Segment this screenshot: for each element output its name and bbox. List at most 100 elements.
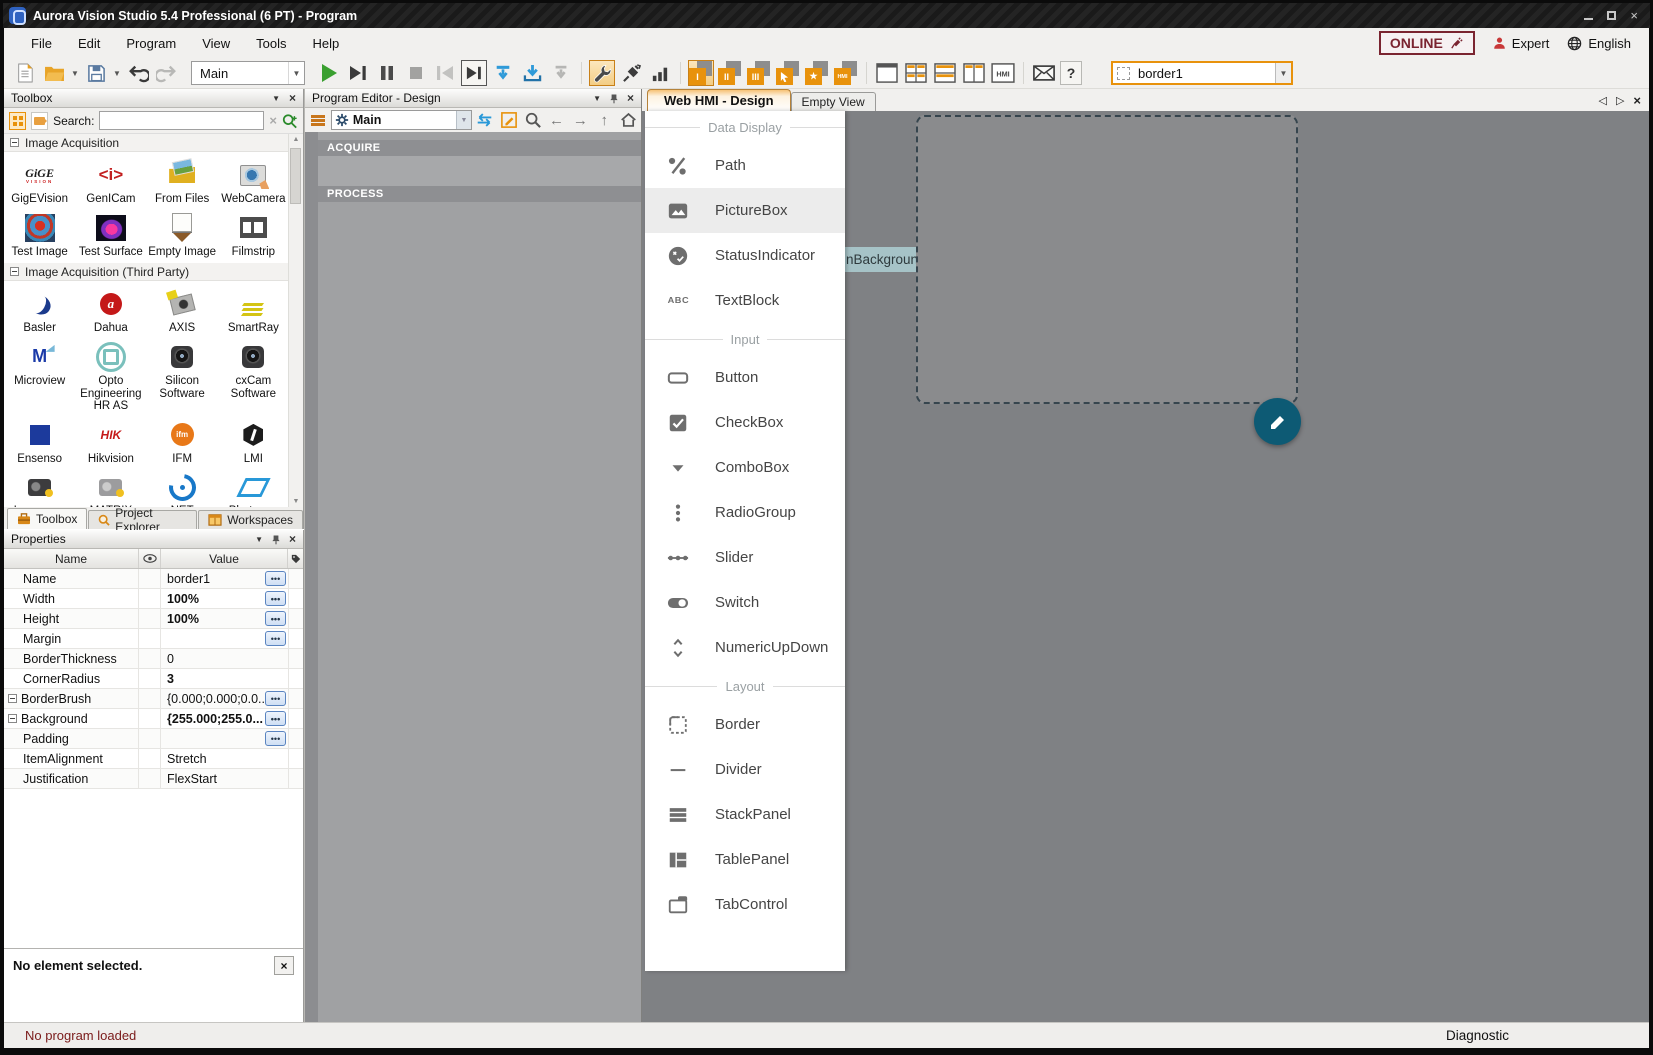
palette-item-button[interactable]: Button bbox=[645, 355, 845, 400]
palette-item-tablepanel[interactable]: TablePanel bbox=[645, 837, 845, 882]
toolbox-item[interactable]: Test Image bbox=[4, 208, 75, 261]
toolbox-item[interactable]: Lumenera bbox=[4, 467, 75, 507]
view-hmi-button[interactable]: HMI bbox=[833, 60, 859, 86]
toolbox-item[interactable]: NET bbox=[147, 467, 218, 507]
previous-iteration-button[interactable] bbox=[432, 60, 458, 86]
program-editor-canvas[interactable]: ACQUIRE PROCESS bbox=[305, 132, 641, 1022]
toolbox-search-input[interactable] bbox=[99, 111, 264, 130]
run-button[interactable] bbox=[316, 60, 342, 86]
view-three-windows-button[interactable]: III bbox=[746, 60, 772, 86]
toolbox-section-header[interactable]: Image Acquisition (Third Party) bbox=[4, 263, 303, 281]
help-button[interactable]: ? bbox=[1060, 61, 1082, 85]
online-status-badge[interactable]: ONLINE bbox=[1379, 31, 1475, 55]
expand-icon[interactable] bbox=[8, 714, 17, 723]
statistics-button[interactable] bbox=[647, 60, 673, 86]
pin-icon[interactable] bbox=[272, 534, 280, 545]
property-row[interactable]: Background {255.000;255.0... ••• bbox=[4, 709, 303, 729]
menu-edit[interactable]: Edit bbox=[65, 32, 113, 55]
program-edit-mode-button[interactable] bbox=[589, 60, 615, 86]
edit-fab-button[interactable] bbox=[1254, 398, 1301, 445]
hmi-design-canvas[interactable]: nBackground Data Display Path bbox=[642, 111, 1649, 1022]
layout-columns-button[interactable] bbox=[961, 60, 987, 86]
toolbox-item[interactable]: Filmstrip bbox=[218, 208, 289, 261]
run-until-end-button[interactable] bbox=[345, 60, 371, 86]
property-row[interactable]: BorderThickness 0 bbox=[4, 649, 303, 669]
tab-project-explorer[interactable]: Project Explorer bbox=[88, 510, 197, 529]
toolbox-item[interactable]: cxCam Software bbox=[218, 337, 289, 415]
panel-menu-icon[interactable]: ▼ bbox=[255, 535, 263, 544]
palette-item-picturebox[interactable]: PictureBox bbox=[645, 188, 845, 233]
property-row[interactable]: CornerRadius 3 bbox=[4, 669, 303, 689]
property-value[interactable]: {255.000;255.0... bbox=[167, 712, 263, 726]
step-into-button[interactable] bbox=[490, 60, 516, 86]
palette-item-textblock[interactable]: ABC TextBlock bbox=[645, 278, 845, 323]
tab-web-hmi-design[interactable]: Web HMI - Design bbox=[647, 89, 791, 111]
property-value[interactable]: 100% bbox=[167, 592, 199, 606]
toolbox-item[interactable]: GigEVision bbox=[4, 155, 75, 208]
tab-close-icon[interactable]: × bbox=[1633, 93, 1641, 108]
toolbox-item[interactable]: Silicon Software bbox=[147, 337, 218, 415]
property-row[interactable]: Justification FlexStart bbox=[4, 769, 303, 789]
ellipsis-button[interactable]: ••• bbox=[265, 591, 286, 606]
toolbox-item[interactable]: AXIS bbox=[147, 284, 218, 337]
menu-file[interactable]: File bbox=[18, 32, 65, 55]
close-button[interactable]: × bbox=[1630, 9, 1638, 22]
toolbox-item[interactable]: Empty Image bbox=[147, 208, 218, 261]
toolbox-item[interactable]: From Files bbox=[147, 155, 218, 208]
tab-scroll-left-icon[interactable]: ◁ bbox=[1598, 94, 1606, 107]
undo-button[interactable] bbox=[125, 60, 151, 86]
acquire-section-body[interactable] bbox=[318, 156, 641, 186]
palette-item-border[interactable]: Border bbox=[645, 702, 845, 747]
save-dropdown-arrow[interactable]: ▼ bbox=[112, 60, 122, 86]
view-single-window-button[interactable]: I bbox=[688, 60, 714, 86]
property-row[interactable]: Name border1 ••• bbox=[4, 569, 303, 589]
pause-button[interactable] bbox=[374, 60, 400, 86]
ellipsis-button[interactable]: ••• bbox=[265, 711, 286, 726]
toolbox-item[interactable]: IFM bbox=[147, 415, 218, 468]
property-row[interactable]: Margin ••• bbox=[4, 629, 303, 649]
program-selector-combo[interactable]: Main ▼ bbox=[191, 61, 305, 85]
property-value[interactable]: 3 bbox=[167, 672, 174, 686]
palette-item-path[interactable]: Path bbox=[645, 143, 845, 188]
hmi-element-selector-combo[interactable]: border1 ▼ bbox=[1111, 61, 1293, 85]
combo-arrow-icon[interactable]: ▼ bbox=[456, 111, 471, 129]
column-value[interactable]: Value bbox=[161, 549, 288, 568]
property-row[interactable]: ItemAlignment Stretch bbox=[4, 749, 303, 769]
maximize-button[interactable] bbox=[1607, 11, 1616, 20]
ellipsis-button[interactable]: ••• bbox=[265, 731, 286, 746]
navigate-up-button[interactable]: ↑ bbox=[593, 110, 615, 131]
go-to-main-button[interactable] bbox=[617, 110, 639, 131]
ellipsis-button[interactable]: ••• bbox=[265, 631, 286, 646]
switch-view-button[interactable] bbox=[474, 110, 496, 131]
palette-item-switch[interactable]: Switch bbox=[645, 580, 845, 625]
toolbox-item[interactable]: WebCamera bbox=[218, 155, 289, 208]
layout-rows-button[interactable] bbox=[932, 60, 958, 86]
combo-arrow-icon[interactable]: ▼ bbox=[288, 62, 304, 84]
property-value[interactable]: Stretch bbox=[167, 752, 207, 766]
feedback-button[interactable] bbox=[1031, 60, 1057, 86]
scrollbar-thumb[interactable] bbox=[290, 148, 301, 204]
column-name[interactable]: Name bbox=[4, 549, 139, 568]
panel-menu-icon[interactable]: ▼ bbox=[593, 94, 601, 103]
tab-scroll-right-icon[interactable]: ▷ bbox=[1616, 94, 1624, 107]
expand-icon[interactable] bbox=[8, 694, 17, 703]
property-value[interactable]: 0 bbox=[167, 652, 174, 666]
open-dropdown-arrow[interactable]: ▼ bbox=[70, 60, 80, 86]
palette-item-stackpanel[interactable]: StackPanel bbox=[645, 792, 845, 837]
property-value[interactable]: border1 bbox=[167, 572, 210, 586]
palette-item-checkbox[interactable]: CheckBox bbox=[645, 400, 845, 445]
acquire-section-header[interactable]: ACQUIRE bbox=[318, 140, 641, 156]
toolbox-item[interactable]: SmartRay bbox=[218, 284, 289, 337]
save-program-button[interactable] bbox=[83, 60, 109, 86]
tab-empty-view[interactable]: Empty View bbox=[791, 92, 876, 111]
menu-program[interactable]: Program bbox=[113, 32, 189, 55]
toolbox-item[interactable]: LMI bbox=[218, 415, 289, 468]
language-selector[interactable]: English bbox=[1567, 36, 1631, 51]
collapse-icon[interactable] bbox=[10, 138, 19, 147]
panel-menu-icon[interactable]: ▼ bbox=[272, 94, 280, 103]
property-value[interactable]: 100% bbox=[167, 612, 199, 626]
palette-item-statusindicator[interactable]: StatusIndicator bbox=[645, 233, 845, 278]
find-button[interactable] bbox=[522, 110, 544, 131]
view-interactive-button[interactable] bbox=[775, 60, 801, 86]
pin-icon[interactable] bbox=[610, 93, 618, 104]
